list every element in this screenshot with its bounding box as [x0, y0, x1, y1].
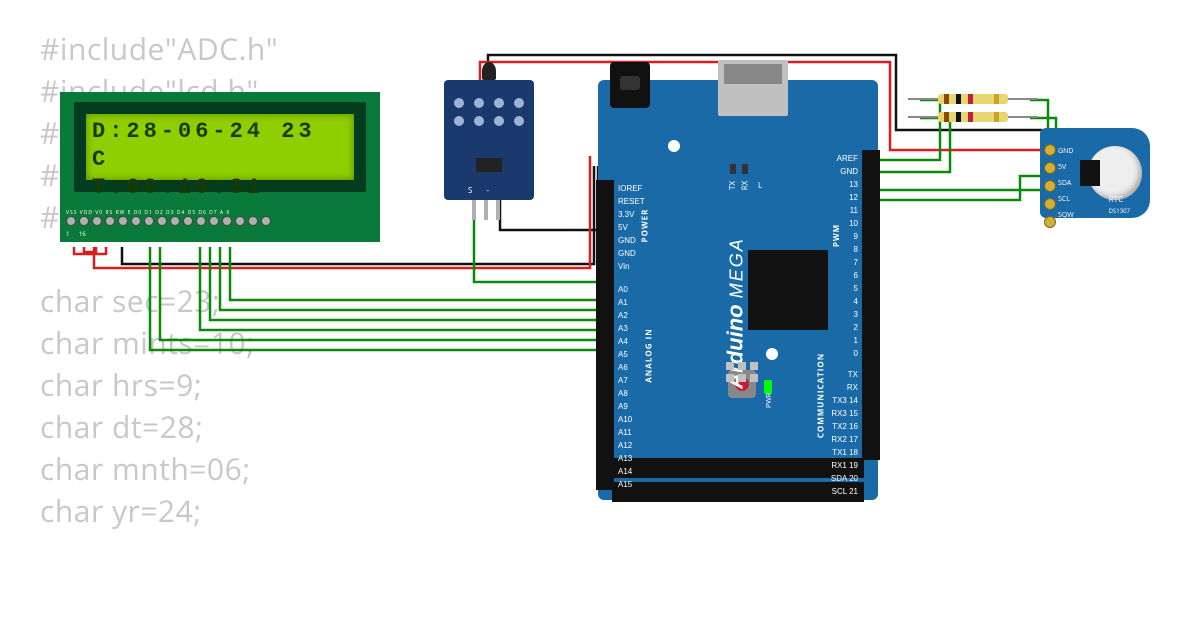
- left-header-strip[interactable]: [596, 180, 614, 490]
- power-led-icon: [764, 380, 772, 394]
- rx-led-icon: [742, 164, 748, 174]
- pwm-section-label: PWM: [831, 224, 842, 247]
- ntc-mount-holes: [454, 98, 526, 126]
- rx-led-label: RX: [739, 181, 750, 191]
- icsp-header[interactable]: [726, 362, 760, 384]
- rtc-title: RTCDS1307: [1109, 194, 1130, 216]
- analog-section-label: ANALOG IN: [644, 328, 655, 382]
- rtc-ic-chip: [1080, 160, 1100, 186]
- power-section-label: POWER: [639, 209, 650, 243]
- pwr-led-label: PWR: [765, 393, 774, 408]
- rtc-pin-labels: GND 5V SDA SCL SQW: [1058, 144, 1074, 224]
- bottom-header-strip-1[interactable]: [612, 482, 864, 502]
- ntc-header-pins: [472, 200, 500, 220]
- tx-led-label: TX: [727, 181, 738, 190]
- ntc-pin-labels: S-: [468, 185, 503, 196]
- ntc-ic-chip: [476, 158, 502, 172]
- right-pin-labels: AREF GND 13 12 11 10 9 8 7 6 5 4 3 2 1 0…: [831, 152, 858, 498]
- mount-hole-icon: [766, 348, 778, 360]
- right-header-strip[interactable]: [862, 150, 880, 460]
- arduino-mega-board[interactable]: Arduino MEGA IOREF RESET 3.3V 5V GND GND…: [598, 80, 878, 500]
- tx-led-icon: [730, 164, 736, 174]
- rtc-ds1307-module[interactable]: GND 5V SDA SCL SQW RTCDS1307: [1040, 128, 1150, 218]
- thermistor-bead-icon: [482, 62, 496, 80]
- bottom-header-strip-2[interactable]: [612, 458, 864, 478]
- pullup-resistor-1[interactable]: [908, 94, 1038, 104]
- lcd-pad-row: [66, 216, 271, 226]
- lcd-16x2-module[interactable]: D:28-06-24 23 C T:09:10:31 VSS VDD V0 RS…: [60, 92, 380, 242]
- comm-section-label: COMMUNICATION: [816, 353, 827, 439]
- dc-barrel-jack-icon: [610, 62, 650, 108]
- pullup-resistor-2[interactable]: [908, 112, 1038, 122]
- rtc-pin-pads[interactable]: [1044, 144, 1056, 228]
- lcd-line-1: D:28-06-24 23 C: [92, 118, 348, 174]
- ntc-thermistor-module[interactable]: S-: [444, 80, 534, 200]
- l-led-label: L: [758, 180, 762, 191]
- lcd-line-2: T:09:10:31: [92, 174, 348, 202]
- mount-hole-icon: [668, 140, 680, 152]
- lcd-screen: D:28-06-24 23 C T:09:10:31: [86, 114, 354, 180]
- lcd-pin-numbers: 1 16: [66, 230, 86, 238]
- usb-b-port-icon: [718, 60, 788, 116]
- atmega-chip-icon: [748, 250, 828, 330]
